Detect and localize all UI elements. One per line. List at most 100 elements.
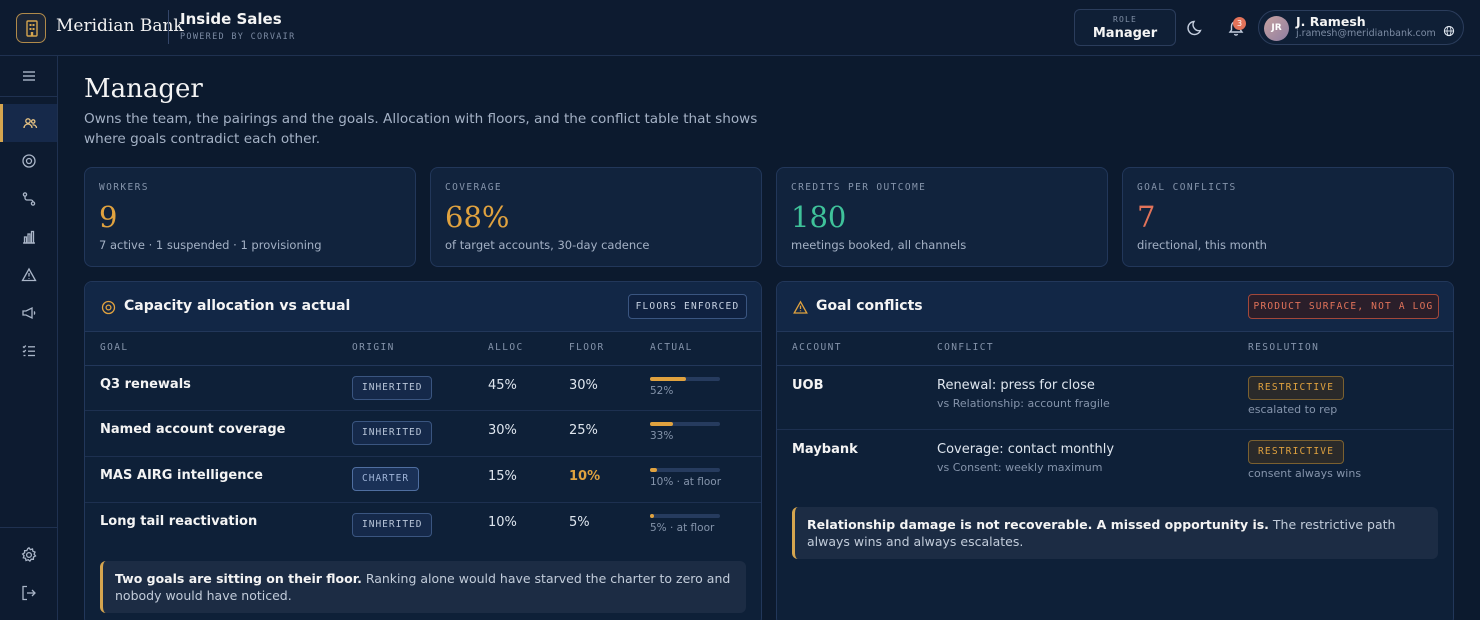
actual-value: 10% · at floor: [650, 476, 722, 488]
table-row[interactable]: MAS AIRG intelligence CHARTER 15% 10% 10…: [85, 457, 761, 503]
actual-progress-bar: [650, 377, 720, 381]
conflict-versus: vs Consent: weekly maximum: [937, 461, 1103, 474]
actual-progress-fill: [650, 468, 657, 472]
user-name: J. Ramesh: [1296, 14, 1366, 29]
column-header-goal: GOAL: [100, 342, 129, 353]
origin-badge: INHERITED: [352, 376, 433, 400]
origin-badge: INHERITED: [352, 513, 433, 537]
goal-name: Named account coverage: [100, 422, 286, 437]
route-icon: [22, 192, 35, 206]
actual-progress-bar: [650, 422, 720, 426]
table-row[interactable]: Maybank Coverage: contact monthly vs Con…: [777, 430, 1453, 494]
checklist-icon: [22, 345, 35, 357]
stat-card-workers: WORKERS 9 7 active · 1 suspended · 1 pro…: [84, 167, 416, 267]
conflict-versus: vs Relationship: account fragile: [937, 397, 1110, 410]
table-row[interactable]: Named account coverage INHERITED 30% 25%…: [85, 411, 761, 457]
sidebar-divider: [0, 96, 57, 97]
actual-value: 33%: [650, 430, 674, 442]
alloc-value: 15%: [488, 469, 517, 484]
column-header-actual: ACTUAL: [650, 342, 693, 353]
allocation-panel: Capacity allocation vs actual FLOORS ENF…: [84, 281, 762, 620]
resolution-note: escalated to rep: [1248, 403, 1338, 416]
warning-icon: [20, 267, 37, 282]
role-label: ROLE: [1112, 15, 1138, 24]
user-menu[interactable]: JR J. Ramesh j.ramesh@meridianbank.com: [1258, 10, 1464, 45]
menu-icon[interactable]: [0, 57, 57, 95]
panel-title: Capacity allocation vs actual: [124, 298, 351, 314]
user-email: j.ramesh@meridianbank.com: [1296, 28, 1436, 39]
allocation-note: Two goals are sitting on their floor. Ra…: [100, 561, 746, 613]
sidebar-item-team[interactable]: [0, 104, 57, 142]
stat-label: WORKERS: [99, 182, 149, 193]
sidebar-item-goals[interactable]: [0, 142, 57, 180]
gear-icon[interactable]: [0, 536, 57, 574]
warning-icon: [793, 300, 808, 315]
floors-enforced-badge: FLOORS ENFORCED: [628, 294, 747, 319]
resolution-badge: RESTRICTIVE: [1248, 376, 1345, 400]
sidebar-divider: [0, 527, 57, 528]
stat-label: GOAL CONFLICTS: [1137, 182, 1237, 193]
alloc-value: 10%: [488, 515, 517, 530]
floor-value: 10%: [569, 469, 601, 484]
floor-value: 30%: [569, 378, 598, 393]
moon-icon[interactable]: [1186, 16, 1208, 38]
top-bar: Meridian Bank Inside Sales POWERED BY CO…: [0, 0, 1480, 56]
stat-subtext: meetings booked, all channels: [791, 238, 967, 252]
role-selector[interactable]: ROLE Manager: [1074, 9, 1176, 46]
role-value: Manager: [1092, 26, 1158, 41]
target-icon: [21, 154, 36, 168]
goal-name: Long tail reactivation: [100, 514, 258, 529]
column-header-floor: FLOOR: [569, 342, 605, 353]
notification-badge: 3: [1233, 17, 1246, 30]
alloc-value: 30%: [488, 423, 517, 438]
account-name: UOB: [792, 378, 824, 393]
product-surface-badge: PRODUCT SURFACE, NOT A LOG: [1248, 294, 1439, 319]
conflicts-note: Relationship damage is not recoverable. …: [792, 507, 1438, 559]
alloc-value: 45%: [488, 378, 517, 393]
account-name: Maybank: [792, 442, 858, 457]
page-description: Owns the team, the pairings and the goal…: [84, 111, 758, 147]
actual-progress-fill: [650, 514, 654, 518]
title-divider: [168, 10, 169, 44]
target-icon: [101, 300, 116, 315]
sidebar-item-campaigns[interactable]: [0, 294, 57, 332]
bank-logo-icon[interactable]: [16, 13, 46, 43]
panel-title: Goal conflicts: [816, 298, 923, 314]
column-header-conflict: CONFLICT: [937, 342, 994, 353]
table-row[interactable]: UOB Renewal: press for close vs Relation…: [777, 366, 1453, 430]
column-header-alloc: ALLOC: [488, 342, 524, 353]
globe-icon: [1443, 22, 1455, 37]
allocation-panel-header: Capacity allocation vs actual FLOORS ENF…: [85, 282, 761, 332]
floor-value: 5%: [569, 515, 590, 530]
table-row[interactable]: Long tail reactivation INHERITED 10% 5% …: [85, 503, 761, 549]
stat-value: 7: [1137, 200, 1156, 234]
page-title: Manager: [84, 74, 203, 104]
goal-name: Q3 renewals: [100, 377, 191, 392]
stat-subtext: 7 active · 1 suspended · 1 provisioning: [99, 238, 322, 252]
actual-progress-bar: [650, 468, 720, 472]
app-subtitle: POWERED BY CORVAIR: [180, 32, 296, 42]
table-row[interactable]: Q3 renewals INHERITED 45% 30% 52%: [85, 366, 761, 411]
sidebar-item-analytics[interactable]: [0, 218, 57, 256]
sidebar-item-pairings[interactable]: [0, 180, 57, 218]
actual-value: 5% · at floor: [650, 522, 715, 534]
actual-progress-bar: [650, 514, 720, 518]
actual-progress-fill: [650, 422, 674, 426]
stat-card-conflicts: GOAL CONFLICTS 7 directional, this month: [1122, 167, 1454, 267]
stat-label: COVERAGE: [445, 182, 502, 193]
team-icon: [23, 118, 38, 129]
note-emphasis: Relationship damage is not recoverable. …: [807, 517, 1269, 532]
stat-card-credits: CREDITS PER OUTCOME 180 meetings booked,…: [776, 167, 1108, 267]
avatar: JR: [1264, 16, 1289, 41]
sidebar-item-conflicts[interactable]: [0, 256, 57, 294]
logout-icon[interactable]: [0, 574, 57, 612]
actual-value: 52%: [650, 385, 674, 397]
column-header-origin: ORIGIN: [352, 342, 395, 353]
note-emphasis: Two goals are sitting on their floor.: [115, 571, 362, 586]
origin-badge: INHERITED: [352, 421, 433, 445]
sidebar-item-tasks[interactable]: [0, 332, 57, 370]
stat-value: 9: [99, 200, 118, 234]
goal-name: MAS AIRG intelligence: [100, 468, 264, 483]
conflicts-panel-header: Goal conflicts PRODUCT SURFACE, NOT A LO…: [777, 282, 1453, 332]
origin-badge: CHARTER: [352, 467, 420, 491]
